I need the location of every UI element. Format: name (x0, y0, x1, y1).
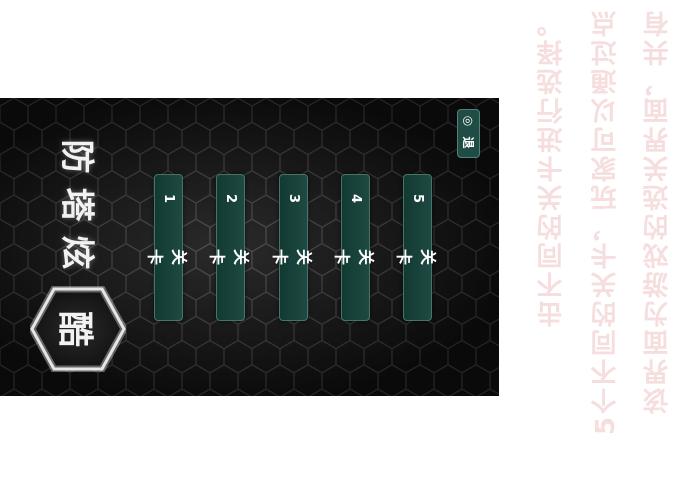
title-char: 防 (56, 139, 97, 174)
description-caption: 该界面为游戏的选关界面，共有 5个不同的关卡，玩家可以通过点 击不同的关卡进行选… (518, 8, 683, 480)
title-hexagon-badge: 酷 (28, 285, 128, 373)
level-label: 关卡 (145, 248, 189, 265)
level-button-2[interactable]: 2 关卡 (208, 174, 251, 321)
level-button-4[interactable]: 4 关卡 (333, 174, 376, 321)
level-number: 4 (348, 193, 363, 204)
level-number: 5 (410, 193, 425, 204)
level-button-3[interactable]: 3 关卡 (271, 174, 314, 321)
level-button-1[interactable]: 1 关卡 (146, 174, 189, 321)
level-label: 关卡 (394, 248, 438, 265)
caption-line: 5个不同的关卡，玩家可以通过点 (591, 8, 621, 436)
level-label: 关卡 (207, 248, 251, 265)
level-select-screen: 炫 塔 防 酷 1 关卡 2 关卡 3 关卡 4 关卡 5 关卡 ◎ 退 (0, 98, 499, 396)
level-number: 1 (161, 193, 176, 204)
exit-button[interactable]: ◎ 退 (457, 109, 480, 158)
level-label: 关卡 (270, 248, 314, 265)
exit-label: 退 (461, 136, 475, 149)
level-number: 3 (286, 193, 301, 204)
level-button-5[interactable]: 5 关卡 (395, 174, 438, 321)
caption-line: 击不同的关卡进行选择。 (537, 8, 567, 327)
level-label: 关卡 (332, 248, 376, 265)
title-char: 酷 (54, 310, 95, 347)
circle-icon: ◎ (461, 115, 476, 127)
caption-line: 该界面为游戏的选关界面，共有 (643, 8, 673, 414)
level-number: 2 (223, 193, 238, 204)
